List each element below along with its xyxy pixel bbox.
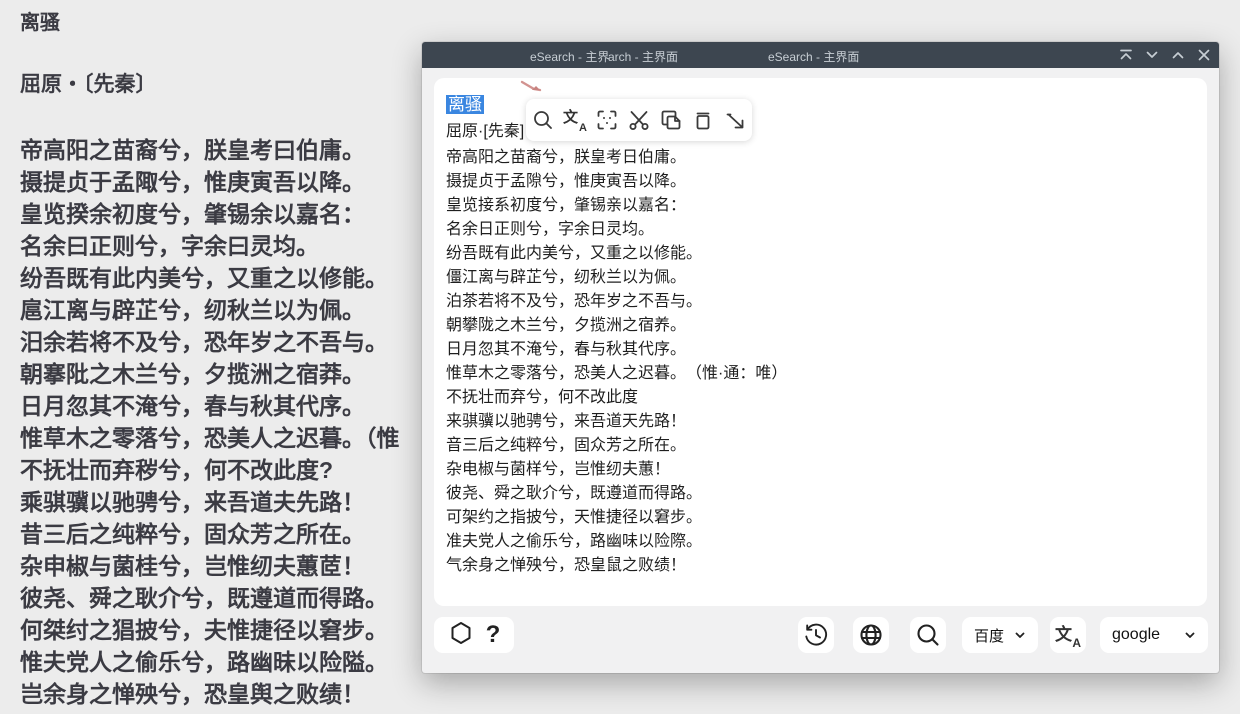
ocr-poem-line: 帝高阳之苗裔兮，朕皇考日伯庸。 <box>446 149 687 166</box>
ocr-poem-line: 杂电椒与菌样兮，岂惟纫夫蕙！ <box>446 461 671 478</box>
red-brush-mark <box>520 80 542 92</box>
ocr-poem-line: 泊茶若将不及兮，恐年岁之不吾与。 <box>446 293 703 310</box>
background-poem-line: 何桀纣之猖披兮，夫惟捷径以窘步。 <box>20 617 388 643</box>
ocr-poem-line: 不抚壮而弃兮，何不改此度 <box>446 389 639 406</box>
background-poem-line: 惟草木之零落兮，恐美人之迟暮。（惟 <box>20 425 400 451</box>
search-icon <box>917 624 939 646</box>
translate-engine-value: google <box>1112 626 1161 643</box>
translate-button[interactable]: 文A <box>563 108 588 134</box>
window-title: arch - 主界面 <box>608 50 679 64</box>
ocr-poem-line: 惟草木之零落兮，恐美人之迟暮。 （惟·通：唯） <box>446 365 788 382</box>
background-poem-line: 摄提贞于孟陬兮，惟庚寅吾以降。 <box>20 169 365 195</box>
ocr-poem-line: 来骐骥以驰骋兮，来吾道天先路！ <box>446 413 687 430</box>
globe-icon <box>860 624 882 646</box>
copy-button[interactable] <box>659 108 684 133</box>
background-poem-line: 扈江离与辟芷兮，纫秋兰以为佩。 <box>20 297 365 323</box>
roll-up-button[interactable] <box>1169 46 1187 64</box>
pin-to-top-button[interactable] <box>1117 46 1135 64</box>
trash-icon <box>696 112 710 130</box>
chevron-down-icon <box>1185 632 1195 638</box>
ocr-poem-line: 可架约之指披兮，天惟捷径以窘步。 <box>446 509 703 526</box>
close-button[interactable] <box>1195 46 1213 64</box>
background-poem-line: 岂余身之惮殃兮，恐皇舆之败绩！ <box>20 681 365 707</box>
ocr-poem-line: 僵江离与辟芷兮，纫秋兰以为佩。 <box>446 269 687 286</box>
window-titlebar[interactable]: eSearch - 主界 arch - 主界面 eSearch - 主界面 <box>422 42 1219 68</box>
ocr-poem-line: 名余日正则兮，字余日灵均。 <box>446 221 655 238</box>
translate-button[interactable]: 文A <box>1050 617 1086 653</box>
ocr-poem-line: 纷吾既有此内美兮，又重之以修能。 <box>446 245 703 262</box>
background-poem-line: 忽奔走以先后兮，及前王之踵武。 <box>20 710 450 714</box>
copy-icon <box>661 110 681 130</box>
background-poem-line: 汨余若将不及兮，恐年岁之不吾与。 <box>20 329 388 355</box>
chevron-down-icon <box>1146 51 1158 58</box>
window-controls <box>1117 42 1213 68</box>
background-poem-line: 名余曰正则兮，字余曰灵均。 <box>20 233 319 259</box>
background-poem-line: 彼尧、舜之耿介兮，既遵道而得路。 <box>20 585 388 611</box>
ocr-poem-line: 摄提贞于孟隙兮，惟庚寅吾以降。 <box>446 173 687 190</box>
main-menu-button[interactable] <box>448 620 474 651</box>
diagonal-arrow-icon <box>726 113 744 129</box>
ocr-poem-line: 音三后之纯粹兮，固众芳之所在。 <box>446 437 687 454</box>
ocr-poem-line: 皇览接系初度兮，肇锡亲以嘉名： <box>446 197 687 214</box>
ocr-poem-line: 日月忽其不淹兮，春与秋其代序。 <box>446 341 687 358</box>
background-poem-line: 乘骐骥以驰骋兮，来吾道夫先路！ <box>20 489 365 515</box>
background-poem-line: 帝高阳之苗裔兮，朕皇考曰伯庸。 <box>20 137 365 163</box>
web-search-button[interactable] <box>910 617 946 653</box>
selection-toolbar: 文A <box>526 99 752 141</box>
background-poem-line: 纷吾既有此内美兮，又重之以修能。 <box>20 265 388 291</box>
window-title: eSearch - 主界 <box>530 50 610 64</box>
ocr-poem-line: 准夫党人之偷乐兮，路幽味以险際。 <box>446 533 703 550</box>
translate-engine-select[interactable]: google <box>1100 617 1208 653</box>
translate-icon: 文A <box>1055 625 1081 650</box>
search-button[interactable] <box>531 108 556 133</box>
ocr-poem: 帝高阳之苗裔兮，朕皇考日伯庸。 摄提贞于孟隙兮，惟庚寅吾以降。 皇览接系初度兮，… <box>446 146 1193 578</box>
background-poem-line: 皇览揆余初度兮，肇锡余以嘉名： <box>20 201 365 227</box>
history-icon <box>805 623 828 646</box>
background-poem-line: 惟夫党人之偷乐兮，路幽昧以险隘。 <box>20 649 388 675</box>
draw-arrow-button[interactable] <box>723 108 748 133</box>
roll-down-button[interactable] <box>1143 46 1161 64</box>
ocr-poem-line: 彼尧、舜之耿介兮，既遵道而得路。 <box>446 485 703 502</box>
scan-frame-icon <box>597 110 617 130</box>
ocr-text-area[interactable]: 离骚 屈原·[先秦] 帝高阳之苗裔兮，朕皇考日伯庸。 摄提贞于孟隙兮，惟庚寅吾以… <box>434 78 1207 606</box>
selected-text: 离骚 <box>446 95 484 114</box>
background-poem-line: 不抚壮而弃秽兮，何不改此度? <box>20 457 334 483</box>
background-poem-line: 杂申椒与菌桂兮，岂惟纫夫蕙茝！ <box>20 553 365 579</box>
pin-top-icon <box>1120 49 1132 60</box>
close-icon <box>1198 49 1210 61</box>
help-button[interactable]: ? <box>486 623 501 647</box>
open-in-browser-button[interactable] <box>853 617 889 653</box>
search-engine-value: 百度 <box>973 627 1004 645</box>
ocr-poem-line: 朝攀陇之木兰兮，夕揽洲之宿养。 <box>446 317 687 334</box>
history-button[interactable] <box>798 617 834 653</box>
translate-icon: 文A <box>563 109 587 134</box>
window-title: eSearch - 主界面 <box>768 50 860 64</box>
search-engine-select[interactable]: 百度 <box>962 617 1038 653</box>
search-icon <box>534 111 552 129</box>
hexagon-icon <box>451 621 471 644</box>
scissors-icon <box>629 111 649 130</box>
background-poem-line: 日月忽其不淹兮，春与秋其代序。 <box>20 393 365 419</box>
cut-button[interactable] <box>627 108 652 133</box>
ocr-poem-line: 气余身之惮殃兮，恐皇鼠之败绩！ <box>446 557 687 574</box>
chevron-down-icon <box>1015 632 1025 638</box>
chevron-up-icon <box>1172 52 1184 59</box>
ocr-rescan-button[interactable] <box>595 108 620 133</box>
background-poem-line: 昔三后之纯粹兮，固众芳之所在。 <box>20 521 365 547</box>
bottom-bar: ? 百度 文A google <box>422 606 1219 673</box>
background-poem-author: 屈原・〔先秦〕 <box>20 73 157 96</box>
background-poem: 帝高阳之苗裔兮，朕皇考曰伯庸。 摄提贞于孟陬兮，惟庚寅吾以降。 皇览揆余初度兮，… <box>20 134 450 714</box>
background-poem-line: 朝搴阰之木兰兮，夕揽洲之宿莽。 <box>20 361 365 387</box>
main-actions-group: ? <box>434 617 514 653</box>
clear-button[interactable] <box>691 108 716 133</box>
background-poem-title: 离骚 <box>20 12 60 34</box>
esearch-window: eSearch - 主界 arch - 主界面 eSearch - 主界面 离骚… <box>422 42 1219 673</box>
